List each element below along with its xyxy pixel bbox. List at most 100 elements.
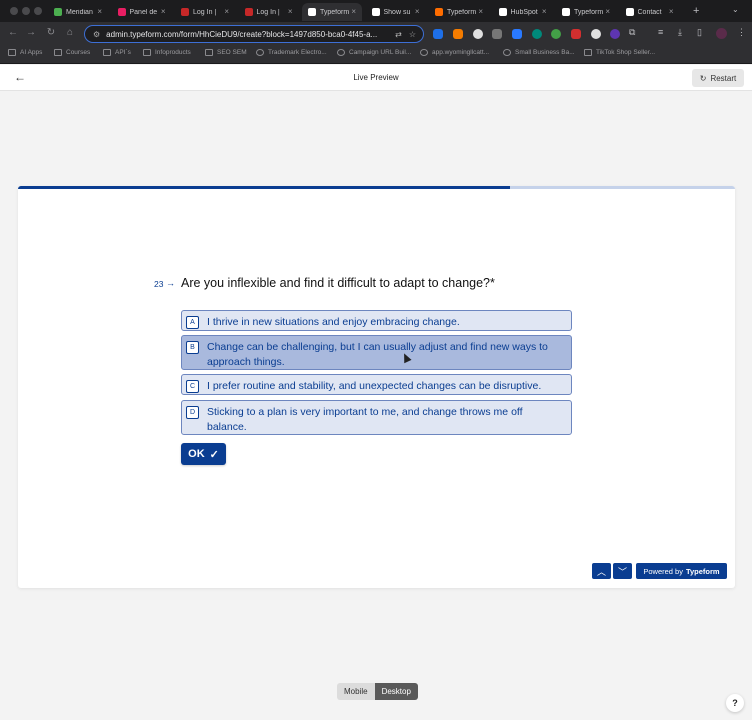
ok-button[interactable]: OK ✓ — [181, 443, 226, 465]
browser-tab[interactable]: Meridian × — [48, 3, 108, 21]
restart-button[interactable]: ↻ Restart — [692, 69, 744, 87]
new-tab-icon[interactable]: + — [693, 5, 699, 17]
profile-avatar[interactable] — [716, 28, 727, 39]
browser-tab[interactable]: HubSpot × — [493, 3, 553, 21]
choice-label: Sticking to a plan is very important to … — [207, 406, 523, 433]
extension-icon[interactable] — [610, 29, 620, 39]
media-icon[interactable]: ≡ — [658, 27, 663, 37]
close-tab-icon[interactable]: × — [161, 7, 166, 16]
browser-tab[interactable]: Contact × — [620, 3, 680, 21]
extension-icon[interactable] — [512, 29, 522, 39]
side-panel-icon[interactable]: ▯ — [697, 27, 702, 38]
bookmark-item[interactable]: Small Business Ba... — [503, 49, 575, 56]
minimize-window-icon[interactable] — [22, 7, 30, 15]
extensions-puzzle-icon[interactable]: ⧉ — [629, 27, 635, 38]
bookmark-item[interactable]: Trademark Electro... — [256, 49, 327, 56]
folder-icon — [205, 49, 213, 56]
extension-icon[interactable] — [551, 29, 561, 39]
extension-icon[interactable] — [453, 29, 463, 39]
bookmark-item[interactable]: Infoproducts — [143, 49, 191, 56]
tab-favicon-icon — [435, 8, 443, 16]
browser-tab-strip: Meridian × Panel de × Log In | × Log In | × Type… — [0, 0, 752, 22]
close-tab-icon[interactable]: × — [97, 7, 102, 16]
tab-search-icon[interactable]: ⌄ — [732, 5, 739, 14]
campaign-icon — [337, 49, 345, 56]
close-tab-icon[interactable]: × — [415, 7, 420, 16]
bookmark-item[interactable]: app.wyomingllcatt... — [420, 49, 489, 56]
bookmarks-bar: AI Apps Courses API´s Infoproducts SEO S… — [0, 46, 752, 64]
close-tab-icon[interactable]: × — [224, 7, 229, 16]
close-tab-icon[interactable]: × — [542, 7, 547, 16]
close-tab-icon[interactable]: × — [605, 7, 610, 16]
choice-b[interactable]: B Change can be challenging, but I can u… — [181, 335, 572, 370]
translate-icon[interactable]: ⇄ — [395, 30, 402, 39]
url-text[interactable]: admin.typeform.com/form/HhCieDU9/create?… — [106, 30, 395, 39]
bookmark-item[interactable]: Campaign URL Buil... — [337, 49, 411, 56]
tab-title: Typeform — [574, 8, 604, 16]
close-tab-icon[interactable]: × — [288, 7, 293, 16]
browser-tab[interactable]: Log In | × — [239, 3, 299, 21]
download-icon[interactable]: ⤓ — [678, 27, 682, 38]
tab-favicon-icon — [244, 8, 253, 16]
mobile-view-button[interactable]: Mobile — [337, 683, 375, 700]
choice-a[interactable]: A I thrive in new situations and enjoy e… — [181, 310, 572, 331]
close-tab-icon[interactable]: × — [669, 7, 674, 16]
extension-icon[interactable] — [571, 29, 581, 39]
bank-icon — [503, 49, 511, 56]
bookmark-item[interactable]: AI Apps — [8, 49, 42, 56]
tab-title: Typeform — [447, 8, 477, 16]
tab-title: Show su — [383, 8, 411, 16]
extension-icon[interactable] — [532, 29, 542, 39]
bookmark-item[interactable]: Courses — [54, 49, 90, 56]
help-button[interactable]: ? — [726, 694, 744, 712]
choice-label: I prefer routine and stability, and unex… — [207, 380, 542, 392]
close-window-icon[interactable] — [10, 7, 18, 15]
preview-title: Live Preview — [353, 73, 399, 82]
browser-tab[interactable]: Typeform × — [556, 3, 616, 21]
browser-tab[interactable]: Log In | × — [175, 3, 235, 21]
bookmark-item[interactable]: SEO SEM — [205, 49, 247, 56]
extension-icon[interactable] — [473, 29, 483, 39]
browser-tab[interactable]: Typeform × — [302, 3, 362, 21]
reload-icon[interactable]: ↻ — [44, 27, 58, 38]
bookmark-item[interactable]: API´s — [103, 49, 131, 56]
close-tab-icon[interactable]: × — [351, 7, 356, 16]
device-toggle: Mobile Desktop — [337, 683, 418, 700]
bookmark-item[interactable]: TikTok Shop Seller... — [584, 49, 655, 56]
desktop-view-button[interactable]: Desktop — [374, 683, 418, 700]
form-preview-card: 23 → Are you inflexible and find it diff… — [18, 186, 735, 588]
address-bar[interactable]: ⚙ admin.typeform.com/form/HhCieDU9/creat… — [84, 25, 424, 43]
checkmark-icon: ✓ — [209, 448, 219, 461]
folder-icon — [8, 49, 16, 56]
next-question-button[interactable]: ﹀ — [613, 563, 632, 579]
back-icon[interactable]: ← — [6, 27, 20, 38]
powered-by-typeform-button[interactable]: Powered by Typeform — [636, 563, 727, 579]
question-text: Are you inflexible and find it difficult… — [181, 276, 495, 290]
choice-key: C — [186, 380, 199, 393]
extension-icon[interactable] — [433, 29, 443, 39]
maximize-window-icon[interactable] — [34, 7, 42, 15]
site-info-icon[interactable]: ⚙ — [93, 30, 100, 39]
live-preview-header: ← Live Preview ↻ Restart — [0, 65, 752, 91]
globe-icon — [256, 49, 264, 56]
close-tab-icon[interactable]: × — [478, 7, 483, 16]
choice-key: B — [186, 341, 199, 354]
tab-favicon-icon — [625, 8, 634, 16]
forward-icon[interactable]: → — [24, 27, 38, 38]
home-icon[interactable]: ⌂ — [63, 27, 77, 38]
previous-question-button[interactable]: ︿ — [592, 563, 611, 579]
choice-c[interactable]: C I prefer routine and stability, and un… — [181, 374, 572, 395]
tab-favicon-icon — [498, 8, 507, 16]
browser-tab[interactable]: Show su × — [366, 3, 426, 21]
choice-d[interactable]: D Sticking to a plan is very important t… — [181, 400, 572, 435]
arrow-right-icon: → — [166, 278, 175, 288]
browser-menu-icon[interactable]: ⋮ — [737, 27, 746, 38]
extension-icon[interactable] — [492, 29, 502, 39]
browser-tab[interactable]: Panel de × — [112, 3, 172, 21]
choice-label: Change can be challenging, but I can usu… — [207, 341, 548, 368]
browser-tab[interactable]: Typeform × — [429, 3, 489, 21]
chevron-down-icon: ﹀ — [617, 566, 627, 577]
extension-icon[interactable] — [591, 29, 601, 39]
bookmark-star-icon[interactable]: ☆ — [409, 30, 416, 39]
tiktok-icon — [584, 49, 592, 56]
